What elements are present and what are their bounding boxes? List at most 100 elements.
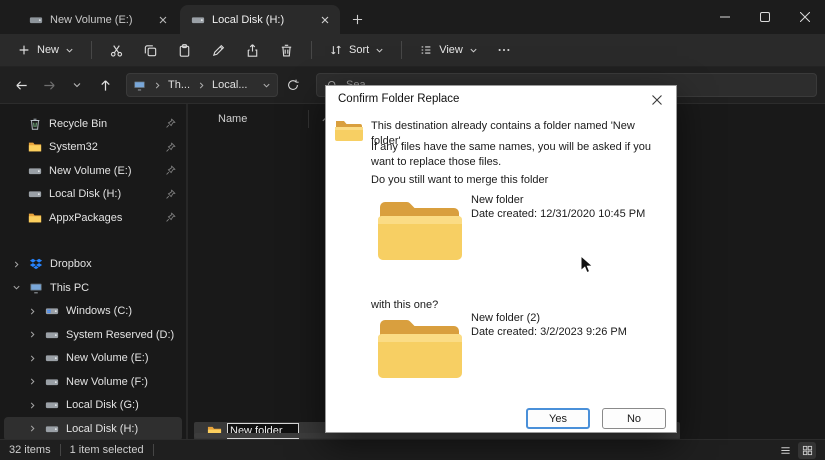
breadcrumb-item[interactable]: Th... bbox=[168, 79, 190, 91]
recent-locations-button[interactable] bbox=[64, 72, 90, 98]
drive-icon bbox=[45, 398, 59, 412]
pin-icon bbox=[165, 212, 176, 223]
sidebar-item-system32[interactable]: System32 bbox=[4, 136, 182, 160]
up-button[interactable] bbox=[92, 72, 118, 98]
drive-icon bbox=[29, 13, 43, 27]
sidebar-item-label: New Volume (E:) bbox=[49, 164, 132, 177]
confirm-folder-replace-dialog: Confirm Folder Replace This destination … bbox=[325, 85, 677, 433]
pin-icon bbox=[165, 142, 176, 153]
sidebar-item-windows-c[interactable]: Windows (C:) bbox=[4, 300, 182, 324]
chevron-right-icon[interactable] bbox=[26, 354, 38, 363]
recycle-bin-icon bbox=[28, 117, 42, 131]
command-toolbar: New Sort View bbox=[0, 34, 825, 67]
drive-icon bbox=[28, 164, 42, 178]
details-view-button[interactable] bbox=[776, 442, 794, 459]
plus-icon bbox=[17, 43, 31, 57]
new-button[interactable]: New bbox=[8, 37, 83, 64]
chevron-right-icon[interactable] bbox=[26, 401, 38, 410]
drive-icon bbox=[45, 328, 59, 342]
breadcrumb-chevron-icon bbox=[195, 81, 207, 90]
navigation-pane: Recycle Bin System32 New Volume (E:) Loc… bbox=[0, 104, 186, 439]
horizontal-scrollbar[interactable] bbox=[194, 433, 680, 438]
dialog-close-button[interactable] bbox=[644, 90, 670, 109]
address-bar[interactable]: Th... Local... bbox=[126, 73, 278, 97]
new-tab-button[interactable] bbox=[344, 6, 370, 32]
large-icons-view-button[interactable] bbox=[798, 441, 816, 459]
target-folder-name: New folder (2) bbox=[471, 312, 541, 324]
target-folder-icon bbox=[378, 314, 462, 384]
tab-close-icon[interactable] bbox=[316, 11, 334, 29]
chevron-down-icon bbox=[65, 46, 74, 55]
sort-button[interactable]: Sort bbox=[320, 37, 393, 64]
folder-merge-icon bbox=[334, 117, 364, 143]
minimize-button[interactable] bbox=[705, 0, 745, 34]
sidebar-item-this-pc[interactable]: This PC bbox=[4, 276, 182, 300]
maximize-button[interactable] bbox=[745, 0, 785, 34]
paste-button[interactable] bbox=[168, 37, 201, 64]
chevron-down-icon[interactable] bbox=[10, 283, 22, 292]
sort-icon bbox=[329, 43, 343, 57]
folder-icon bbox=[28, 140, 42, 154]
new-button-label: New bbox=[37, 44, 60, 56]
toolbar-separator bbox=[401, 41, 403, 59]
tab-local-disk-h[interactable]: Local Disk (H:) bbox=[180, 5, 340, 34]
chevron-down-icon bbox=[469, 46, 478, 55]
sidebar-item-label: New Volume (F:) bbox=[66, 375, 148, 388]
more-options-button[interactable] bbox=[488, 37, 521, 64]
refresh-button[interactable] bbox=[280, 72, 306, 98]
delete-button[interactable] bbox=[270, 37, 303, 64]
chevron-right-icon[interactable] bbox=[26, 307, 38, 316]
tab-new-volume-e[interactable]: New Volume (E:) bbox=[18, 5, 178, 34]
window-controls bbox=[705, 0, 825, 34]
chevron-right-icon[interactable] bbox=[10, 260, 22, 269]
location-icon bbox=[133, 79, 146, 92]
status-separator bbox=[59, 444, 61, 456]
chevron-right-icon[interactable] bbox=[26, 377, 38, 386]
tab-close-icon[interactable] bbox=[154, 11, 172, 29]
sidebar-item-new-volume-e-pinned[interactable]: New Volume (E:) bbox=[4, 159, 182, 183]
dialog-message-line2: If any files have the same names, you wi… bbox=[371, 141, 652, 168]
close-button[interactable] bbox=[785, 0, 825, 34]
forward-button[interactable] bbox=[36, 72, 62, 98]
column-divider[interactable] bbox=[308, 110, 309, 128]
rename-button[interactable] bbox=[202, 37, 235, 64]
column-header-name[interactable]: Name bbox=[218, 113, 330, 125]
sidebar-item-recycle-bin[interactable]: Recycle Bin bbox=[4, 112, 182, 136]
sidebar-item-local-disk-g[interactable]: Local Disk (G:) bbox=[4, 394, 182, 418]
view-icon bbox=[419, 43, 433, 57]
sidebar-item-local-disk-h-pinned[interactable]: Local Disk (H:) bbox=[4, 183, 182, 207]
sidebar-item-label: Dropbox bbox=[50, 258, 92, 271]
sidebar-item-local-disk-h[interactable]: Local Disk (H:) bbox=[4, 417, 182, 439]
target-folder-date: Date created: 3/2/2023 9:26 PM bbox=[471, 326, 627, 338]
address-dropdown-icon[interactable] bbox=[262, 81, 271, 90]
sidebar-item-new-volume-f[interactable]: New Volume (F:) bbox=[4, 370, 182, 394]
column-header-label: Name bbox=[218, 113, 248, 125]
drive-icon bbox=[45, 351, 59, 365]
view-button[interactable]: View bbox=[410, 37, 487, 64]
chevron-right-icon[interactable] bbox=[26, 424, 38, 433]
status-bar: 32 items 1 item selected bbox=[0, 439, 825, 460]
copy-button[interactable] bbox=[134, 37, 167, 64]
sidebar-item-label: Local Disk (H:) bbox=[66, 422, 139, 435]
tab-label: Local Disk (H:) bbox=[212, 13, 285, 26]
sidebar-item-system-reserved-d[interactable]: System Reserved (D:) bbox=[4, 323, 182, 347]
cut-button[interactable] bbox=[100, 37, 133, 64]
sidebar-item-label: New Volume (E:) bbox=[66, 352, 149, 365]
pin-icon bbox=[165, 118, 176, 129]
no-button[interactable]: No bbox=[602, 408, 666, 429]
sidebar-item-appxpackages[interactable]: AppxPackages bbox=[4, 206, 182, 230]
sidebar-item-label: AppxPackages bbox=[49, 211, 123, 224]
breadcrumb-item[interactable]: Local... bbox=[212, 79, 247, 91]
sidebar-item-label: System Reserved (D:) bbox=[66, 328, 175, 341]
share-button[interactable] bbox=[236, 37, 269, 64]
pin-icon bbox=[165, 165, 176, 176]
chevron-right-icon[interactable] bbox=[26, 330, 38, 339]
dialog-question: Do you still want to merge this folder bbox=[371, 174, 549, 186]
back-button[interactable] bbox=[8, 72, 34, 98]
yes-button[interactable]: Yes bbox=[526, 408, 590, 429]
sidebar-item-dropbox[interactable]: Dropbox bbox=[4, 253, 182, 277]
sidebar-item-new-volume-e[interactable]: New Volume (E:) bbox=[4, 347, 182, 371]
source-folder-date: Date created: 12/31/2020 10:45 PM bbox=[471, 208, 646, 220]
sidebar-item-label: This PC bbox=[50, 281, 90, 294]
sidebar-item-label: Local Disk (G:) bbox=[66, 399, 139, 412]
